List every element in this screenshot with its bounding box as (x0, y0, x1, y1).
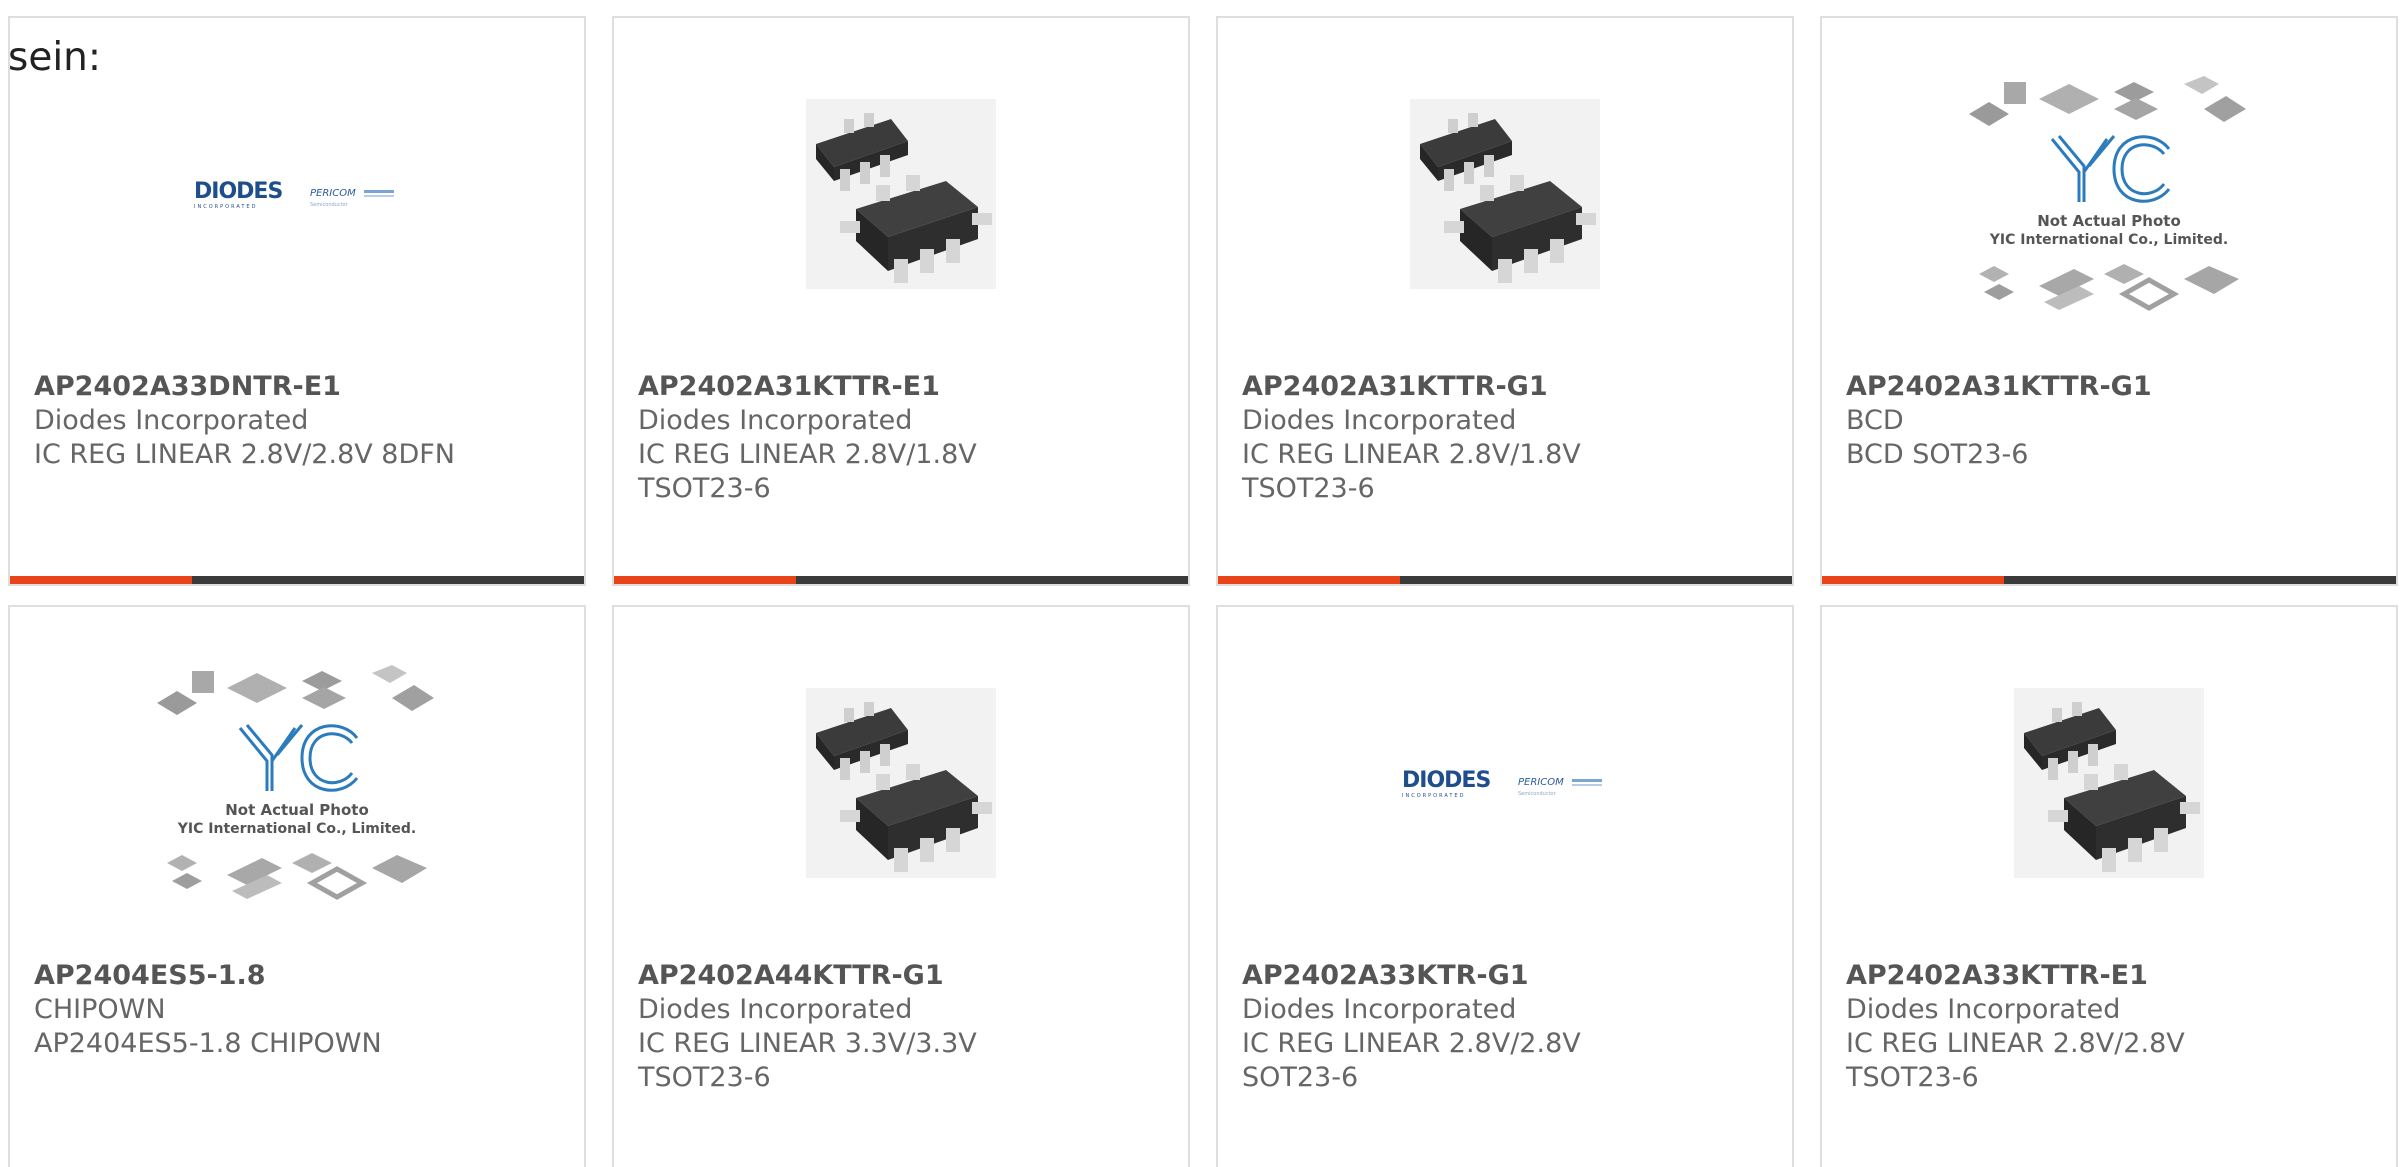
product-description: IC REG LINEAR 2.8V/2.8V 8DFN (34, 439, 455, 470)
product-part-number[interactable]: AP2402A31KTTR-G1 (1242, 370, 1672, 404)
diodes-logo-image: DIODES INCORPORATED PERICOM Semiconducto… (1402, 768, 1602, 799)
product-part-number[interactable]: AP2402A33KTR-G1 (1242, 959, 1672, 993)
product-part-number[interactable]: AP2402A33KTTR-E1 (1846, 959, 2276, 993)
svg-text:Not Actual Photo: Not Actual Photo (225, 801, 369, 819)
product-description: IC REG LINEAR 2.8V/1.8V TSOT23-6 (1242, 439, 1581, 504)
product-card[interactable]: AP2402A33KTTR-E1 Diodes Incorporated IC RE… (1820, 605, 2398, 1167)
product-info: AP2404ES5-1.8 CHIPOWN AP2404ES5-1.8 CHIPOW… (34, 959, 464, 1061)
product-manufacturer: BCD (1846, 405, 1904, 436)
product-thumbnail[interactable] (614, 78, 1188, 310)
product-info: AP2402A44KTTR-G1 Diodes Incorporated IC RE… (638, 959, 1068, 1095)
product-card[interactable]: AP2402A31KTTR-G1 Diodes Incorporated IC RE… (1216, 16, 1794, 586)
card-accent-bar (614, 576, 796, 584)
product-description: IC REG LINEAR 2.8V/2.8V SOT23-6 (1242, 1028, 1581, 1093)
product-description: BCD SOT23-6 (1846, 439, 2029, 470)
svg-text:YIC International Co., Limited: YIC International Co., Limited. (177, 821, 416, 837)
product-part-number[interactable]: AP2402A31KTTR-E1 (638, 370, 1068, 404)
product-thumbnail[interactable] (1218, 78, 1792, 310)
product-part-number[interactable]: AP2402A31KTTR-G1 (1846, 370, 2276, 404)
product-part-number[interactable]: AP2402A33DNTR-E1 (34, 370, 464, 404)
yic-placeholder-image: Not Actual Photo YIC International Co., … (157, 665, 434, 900)
product-manufacturer: CHIPOWN (34, 994, 166, 1025)
product-manufacturer: Diodes Incorporated (34, 405, 309, 436)
product-card[interactable]: Not Actual Photo YIC International Co., … (8, 605, 586, 1167)
sot23-chip-image (806, 688, 996, 878)
svg-text:PERICOM: PERICOM (1518, 777, 1564, 788)
product-info: AP2402A31KTTR-G1 BCD BCD SOT23-6 (1846, 370, 2276, 472)
svg-text:INCORPORATED: INCORPORATED (1402, 793, 1465, 799)
svg-text:INCORPORATED: INCORPORATED (194, 204, 257, 210)
product-description: IC REG LINEAR 2.8V/1.8V TSOT23-6 (638, 439, 977, 504)
product-description: IC REG LINEAR 3.3V/3.3V TSOT23-6 (638, 1028, 977, 1093)
card-bottom-bar (1400, 576, 1792, 584)
sot23-chip-image (1410, 99, 1600, 289)
product-thumbnail[interactable]: DIODES INCORPORATED PERICOM Semiconducto… (1218, 667, 1792, 899)
product-description: IC REG LINEAR 2.8V/2.8V TSOT23-6 (1846, 1028, 2185, 1093)
product-manufacturer: Diodes Incorporated (1242, 994, 1517, 1025)
product-card[interactable]: Not Actual Photo YIC International Co., … (1820, 16, 2398, 586)
product-card[interactable]: DIODES INCORPORATED PERICOM Semiconducto… (8, 16, 586, 586)
product-thumbnail[interactable] (1822, 667, 2396, 899)
card-accent-bar (10, 576, 192, 584)
product-thumbnail[interactable] (614, 667, 1188, 899)
product-description: AP2404ES5-1.8 CHIPOWN (34, 1028, 382, 1059)
svg-text:Not Actual Photo: Not Actual Photo (2037, 212, 2181, 230)
lead-text: sein: (8, 35, 102, 80)
card-accent-bar (1822, 576, 2004, 584)
product-manufacturer: Diodes Incorporated (638, 994, 913, 1025)
sot23-chip-image (2014, 688, 2204, 878)
product-part-number[interactable]: AP2404ES5-1.8 (34, 959, 464, 993)
product-manufacturer: Diodes Incorporated (1242, 405, 1517, 436)
product-info: AP2402A31KTTR-G1 Diodes Incorporated IC RE… (1242, 370, 1672, 506)
product-card[interactable]: DIODES INCORPORATED PERICOM Semiconducto… (1216, 605, 1794, 1167)
sot23-chip-image (806, 99, 996, 289)
product-thumbnail[interactable]: Not Actual Photo YIC International Co., … (10, 665, 584, 900)
product-thumbnail[interactable]: Not Actual Photo YIC International Co., … (1822, 76, 2396, 311)
svg-text:DIODES: DIODES (194, 179, 282, 204)
product-manufacturer: Diodes Incorporated (638, 405, 913, 436)
svg-text:YIC International Co., Limited: YIC International Co., Limited. (1989, 232, 2228, 248)
card-bottom-bar (192, 576, 584, 584)
card-bottom-bar (796, 576, 1188, 584)
product-info: AP2402A33KTR-G1 Diodes Incorporated IC REG… (1242, 959, 1672, 1095)
card-accent-bar (1218, 576, 1400, 584)
product-manufacturer: Diodes Incorporated (1846, 994, 2121, 1025)
svg-text:Semiconductor: Semiconductor (1518, 791, 1557, 797)
svg-text:PERICOM: PERICOM (310, 188, 356, 199)
yic-placeholder-image: Not Actual Photo YIC International Co., … (1969, 76, 2246, 311)
svg-text:Semiconductor: Semiconductor (310, 202, 349, 208)
product-grid-page: sein: DIODES INCORPORATED PERICOM Semico… (0, 0, 2400, 1167)
card-bottom-bar (2004, 576, 2396, 584)
product-card[interactable]: AP2402A31KTTR-E1 Diodes Incorporated IC RE… (612, 16, 1190, 586)
product-part-number[interactable]: AP2402A44KTTR-G1 (638, 959, 1068, 993)
product-info: AP2402A31KTTR-E1 Diodes Incorporated IC RE… (638, 370, 1068, 506)
product-info: AP2402A33DNTR-E1 Diodes Incorporated IC RE… (34, 370, 464, 472)
product-info: AP2402A33KTTR-E1 Diodes Incorporated IC RE… (1846, 959, 2276, 1095)
diodes-logo-image: DIODES INCORPORATED PERICOM Semiconducto… (194, 179, 394, 210)
product-thumbnail[interactable]: DIODES INCORPORATED PERICOM Semiconducto… (10, 78, 584, 310)
svg-text:DIODES: DIODES (1402, 768, 1490, 793)
product-card[interactable]: AP2402A44KTTR-G1 Diodes Incorporated IC RE… (612, 605, 1190, 1167)
